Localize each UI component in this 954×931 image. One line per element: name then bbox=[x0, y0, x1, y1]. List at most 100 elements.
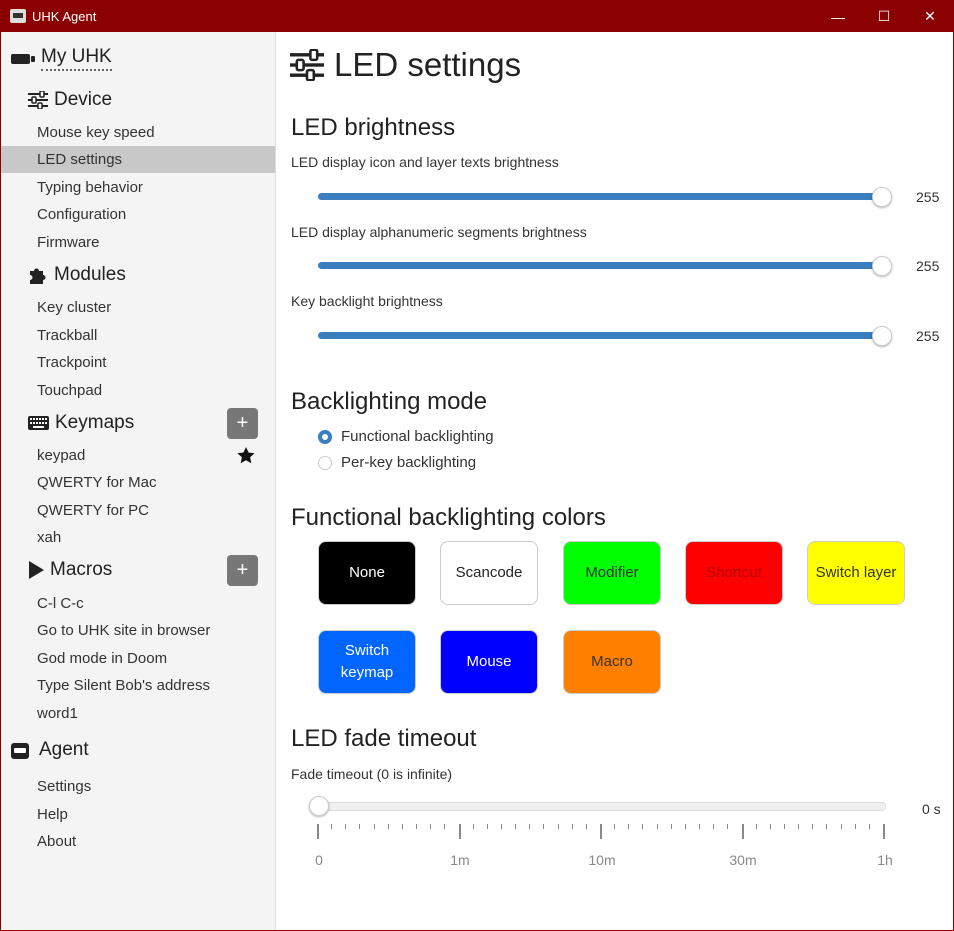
section-device: Device bbox=[28, 89, 112, 111]
radio-functional-backlighting[interactable]: Functional backlighting bbox=[318, 428, 494, 445]
sidebar-item-touchpad[interactable]: Touchpad bbox=[1, 377, 275, 404]
agent-icon bbox=[11, 742, 29, 759]
my-uhk-label: My UHK bbox=[41, 46, 112, 71]
sidebar-item-keymap-qwerty-mac[interactable]: QWERTY for Mac bbox=[1, 469, 275, 496]
tick-mark bbox=[529, 824, 531, 829]
backlighting-mode-heading: Backlighting mode bbox=[291, 388, 488, 415]
sidebar-item-about[interactable]: About bbox=[1, 828, 275, 855]
tick-mark bbox=[486, 824, 488, 829]
tick-mark bbox=[472, 824, 474, 829]
my-uhk-link[interactable]: My UHK bbox=[11, 46, 112, 71]
color-swatch-none[interactable]: None bbox=[318, 541, 416, 605]
sidebar-item-key-cluster[interactable]: Key cluster bbox=[1, 294, 275, 321]
sidebar-item-macro[interactable]: word1 bbox=[1, 700, 275, 727]
tick-mark bbox=[614, 824, 616, 829]
tick-mark bbox=[812, 824, 814, 829]
device-label: Device bbox=[54, 89, 113, 110]
sidebar-item-macro[interactable]: C-l C-c bbox=[1, 590, 275, 617]
tick-mark bbox=[783, 824, 785, 829]
add-macro-button[interactable]: + bbox=[227, 555, 258, 586]
tick-mark bbox=[699, 824, 701, 829]
radio-dot[interactable] bbox=[318, 455, 332, 470]
color-swatch-macro[interactable]: Macro bbox=[563, 630, 661, 694]
sidebar-item-macro[interactable]: God mode in Doom bbox=[1, 645, 275, 672]
sliders-icon bbox=[28, 91, 48, 109]
icon-layer-brightness-label: LED display icon and layer texts brightn… bbox=[291, 154, 559, 170]
app-window: UHK Agent — ☐ ✕ My UHK Device Mouse key … bbox=[0, 0, 954, 931]
tick-label: 30m bbox=[729, 852, 757, 868]
sidebar-item-trackpoint[interactable]: Trackpoint bbox=[1, 349, 275, 376]
icon-layer-brightness-slider[interactable] bbox=[318, 187, 892, 207]
alnum-brightness-slider[interactable] bbox=[318, 256, 892, 276]
tick-mark bbox=[444, 824, 446, 829]
tick-mark bbox=[600, 824, 602, 839]
tick-mark bbox=[741, 824, 744, 839]
tick-mark bbox=[656, 824, 658, 829]
tick-mark bbox=[317, 824, 319, 839]
color-swatch-scancode[interactable]: Scancode bbox=[440, 541, 538, 605]
agent-label: Agent bbox=[39, 739, 89, 760]
play-icon bbox=[29, 561, 44, 579]
sidebar-item-mouse-key-speed[interactable]: Mouse key speed bbox=[1, 119, 275, 146]
page-title-text: LED settings bbox=[334, 46, 522, 83]
color-swatch-modifier[interactable]: Modifier bbox=[563, 541, 661, 605]
led-fade-timeout-heading: LED fade timeout bbox=[291, 725, 477, 752]
sidebar-item-configuration[interactable]: Configuration bbox=[1, 201, 275, 228]
tick-mark bbox=[543, 824, 545, 829]
tick-mark bbox=[500, 824, 502, 829]
color-swatch-shortcut[interactable]: Shortcut bbox=[685, 541, 783, 605]
page-title: LED settings bbox=[290, 46, 521, 84]
tick-mark bbox=[331, 824, 333, 829]
default-star-icon bbox=[237, 447, 255, 464]
maximize-button[interactable]: ☐ bbox=[861, 1, 907, 32]
tick-mark bbox=[713, 824, 715, 829]
radio-dot[interactable] bbox=[318, 429, 332, 444]
tick-mark bbox=[755, 824, 757, 829]
macros-label: Macros bbox=[50, 559, 113, 580]
modules-label: Modules bbox=[54, 264, 126, 285]
slider-thumb[interactable] bbox=[872, 326, 892, 346]
functional-colors-heading: Functional backlighting colors bbox=[291, 504, 606, 531]
slider-thumb[interactable] bbox=[872, 187, 892, 207]
close-button[interactable]: ✕ bbox=[907, 1, 953, 32]
add-keymap-button[interactable]: + bbox=[227, 408, 258, 439]
sidebar-item-led-settings[interactable]: LED settings bbox=[1, 146, 275, 173]
tick-mark bbox=[345, 824, 347, 829]
fade-timeout-thumb[interactable] bbox=[309, 796, 329, 816]
key-backlight-brightness-label: Key backlight brightness bbox=[291, 293, 443, 309]
tick-mark bbox=[373, 824, 375, 829]
sidebar-item-settings[interactable]: Settings bbox=[1, 773, 275, 800]
sidebar-item-keymap-keypad[interactable]: keypad bbox=[1, 442, 275, 469]
sidebar-item-keymap-xah[interactable]: xah bbox=[1, 524, 275, 551]
tick-mark bbox=[883, 824, 885, 839]
slider-thumb[interactable] bbox=[872, 256, 892, 276]
sidebar: My UHK Device Mouse key speed LED settin… bbox=[1, 32, 276, 930]
key-backlight-brightness-slider[interactable] bbox=[318, 326, 892, 346]
color-swatch-mouse[interactable]: Mouse bbox=[440, 630, 538, 694]
color-swatch-switch-keymap[interactable]: Switch keymap bbox=[318, 630, 416, 694]
key-backlight-brightness-value: 255 bbox=[916, 328, 940, 344]
led-brightness-heading: LED brightness bbox=[291, 114, 456, 141]
puzzle-icon bbox=[30, 268, 46, 284]
sidebar-item-macro[interactable]: Go to UHK site in browser bbox=[1, 617, 275, 644]
radio-per-key-backlighting[interactable]: Per-key backlighting bbox=[318, 454, 476, 471]
sidebar-item-firmware[interactable]: Firmware bbox=[1, 229, 275, 256]
tick-mark bbox=[854, 824, 856, 829]
minimize-button[interactable]: — bbox=[815, 1, 861, 32]
tick-mark bbox=[571, 824, 573, 829]
sidebar-item-help[interactable]: Help bbox=[1, 801, 275, 828]
alnum-brightness-label: LED display alphanumeric segments bright… bbox=[291, 224, 587, 240]
sidebar-item-keymap-qwerty-pc[interactable]: QWERTY for PC bbox=[1, 497, 275, 524]
uhk-agent-logo-icon bbox=[10, 9, 26, 23]
color-swatch-switch-layer[interactable]: Switch layer bbox=[807, 541, 905, 605]
tick-mark bbox=[585, 824, 587, 829]
section-modules: Modules bbox=[28, 264, 126, 286]
fade-timeout-slider[interactable] bbox=[318, 802, 886, 811]
tick-mark bbox=[359, 824, 361, 829]
sidebar-item-macro[interactable]: Type Silent Bob's address bbox=[1, 672, 275, 699]
sliders-icon bbox=[290, 49, 324, 81]
tick-mark bbox=[557, 824, 559, 829]
tick-mark bbox=[458, 824, 461, 839]
sidebar-item-trackball[interactable]: Trackball bbox=[1, 322, 275, 349]
sidebar-item-typing-behavior[interactable]: Typing behavior bbox=[1, 174, 275, 201]
